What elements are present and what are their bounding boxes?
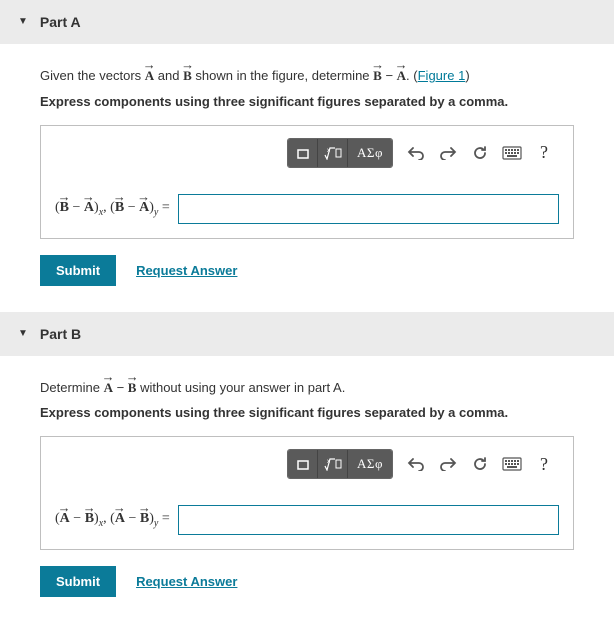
- part-a-title: Part A: [40, 14, 81, 30]
- text: without using your answer in part A.: [136, 380, 345, 395]
- request-answer-link-b[interactable]: Request Answer: [136, 574, 237, 589]
- vector-b: B: [128, 378, 137, 398]
- keyboard-icon[interactable]: [497, 450, 527, 478]
- actions-a: Submit Request Answer: [40, 255, 574, 286]
- template-buttons: x ΑΣφ: [287, 138, 393, 168]
- input-row-b: (A − B)x, (A − B)y =: [55, 505, 559, 535]
- vector-a: A: [104, 378, 113, 398]
- figure-link[interactable]: Figure 1: [418, 68, 466, 83]
- redo-icon[interactable]: [433, 450, 463, 478]
- request-answer-link-a[interactable]: Request Answer: [136, 263, 237, 278]
- part-a-header[interactable]: ▼ Part A: [0, 0, 614, 44]
- part-b-instruction: Express components using three significa…: [40, 405, 574, 420]
- answer-box-a: x ΑΣφ ? (B − A)x,: [40, 125, 574, 239]
- greek-symbols-button[interactable]: ΑΣφ: [348, 450, 392, 478]
- toolbar-a: x ΑΣφ ?: [55, 138, 559, 168]
- text: Given the vectors: [40, 68, 145, 83]
- template-fraction-root-icon[interactable]: x: [318, 139, 348, 167]
- vector-a: A: [145, 66, 154, 86]
- text: . (: [406, 68, 418, 83]
- template-rect-icon[interactable]: [288, 139, 318, 167]
- undo-icon[interactable]: [401, 450, 431, 478]
- answer-input-a[interactable]: [178, 194, 559, 224]
- part-a-body: Given the vectors A and B shown in the f…: [0, 44, 614, 312]
- reset-icon[interactable]: [465, 450, 495, 478]
- template-fraction-root-icon[interactable]: x: [318, 450, 348, 478]
- caret-down-icon: ▼: [18, 17, 28, 27]
- part-b-body: Determine A − B without using your answe…: [0, 356, 614, 623]
- part-b-title: Part B: [40, 326, 81, 342]
- help-icon[interactable]: ?: [529, 450, 559, 478]
- answer-input-b[interactable]: [178, 505, 559, 535]
- template-buttons: x ΑΣφ: [287, 449, 393, 479]
- vector-b: B: [183, 66, 192, 86]
- help-icon[interactable]: ?: [529, 139, 559, 167]
- keyboard-icon[interactable]: [497, 139, 527, 167]
- input-row-a: (B − A)x, (B − A)y =: [55, 194, 559, 224]
- vector-a: A: [397, 66, 406, 86]
- submit-button-b[interactable]: Submit: [40, 566, 116, 597]
- template-rect-icon[interactable]: [288, 450, 318, 478]
- answer-box-b: x ΑΣφ ? (A − B)x,: [40, 436, 574, 550]
- part-a-prompt: Given the vectors A and B shown in the f…: [40, 66, 574, 86]
- reset-icon[interactable]: [465, 139, 495, 167]
- caret-down-icon: ▼: [18, 329, 28, 339]
- submit-button-a[interactable]: Submit: [40, 255, 116, 286]
- lhs-expression-b: (A − B)x, (A − B)y =: [55, 511, 170, 529]
- lhs-expression-a: (B − A)x, (B − A)y =: [55, 200, 170, 218]
- vector-b: B: [373, 66, 382, 86]
- part-a-instruction: Express components using three significa…: [40, 94, 574, 109]
- undo-icon[interactable]: [401, 139, 431, 167]
- greek-symbols-button[interactable]: ΑΣφ: [348, 139, 392, 167]
- text: ): [465, 68, 469, 83]
- part-b-header[interactable]: ▼ Part B: [0, 312, 614, 356]
- text: shown in the figure, determine: [192, 68, 373, 83]
- text: and: [154, 68, 183, 83]
- toolbar-b: x ΑΣφ ?: [55, 449, 559, 479]
- part-b-prompt: Determine A − B without using your answe…: [40, 378, 574, 398]
- actions-b: Submit Request Answer: [40, 566, 574, 597]
- redo-icon[interactable]: [433, 139, 463, 167]
- text: Determine: [40, 380, 104, 395]
